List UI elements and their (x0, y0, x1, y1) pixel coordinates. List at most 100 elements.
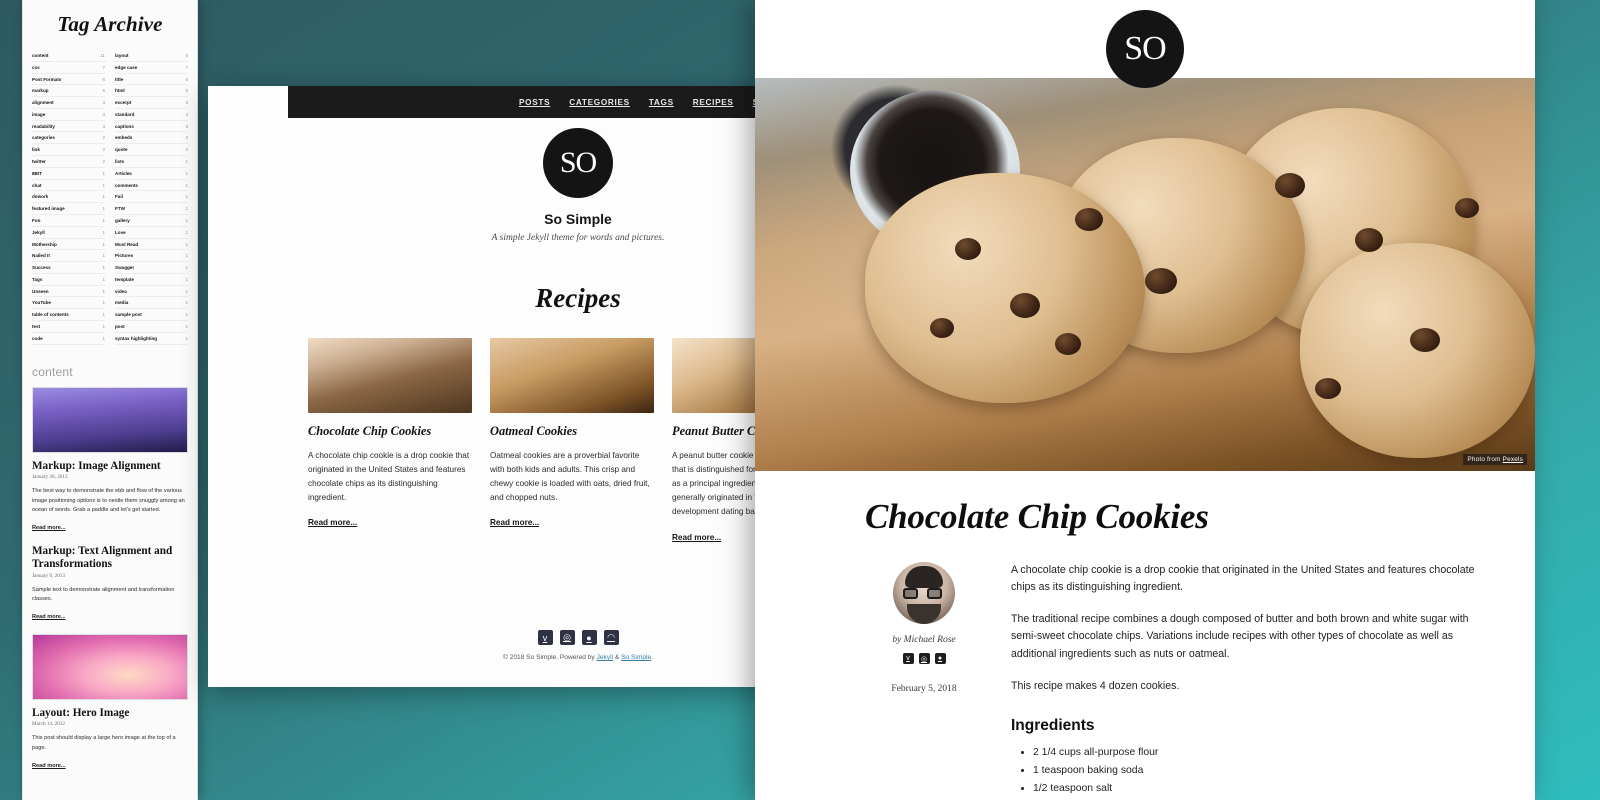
twitter-icon[interactable]: ᴠ (537, 630, 553, 645)
tag-name: readability (32, 123, 55, 129)
list-item[interactable]: Layout: Hero Image March 14, 2012 This pos… (32, 634, 188, 769)
tag-row[interactable]: Love 1 (115, 227, 188, 239)
tag-row[interactable]: video 1 (115, 286, 188, 298)
tag-row[interactable]: Pictures 1 (115, 250, 188, 263)
tag-count: 5 (185, 88, 188, 94)
tag-row[interactable]: alignment 3 (32, 97, 105, 109)
tag-row[interactable]: twitter 2 (32, 156, 105, 168)
recipe-thumbnail[interactable] (308, 338, 472, 413)
read-more-link[interactable]: Read more... (32, 763, 188, 769)
tag-row[interactable]: Success 1 (32, 262, 105, 274)
so-simple-link[interactable]: So Simple (621, 654, 651, 661)
recipe-card[interactable]: Oatmeal Cookies Oatmeal cookies are a pro… (490, 338, 654, 542)
tag-row[interactable]: categories 2 (32, 132, 105, 145)
tag-row[interactable]: lists 1 (115, 156, 188, 168)
instagram-icon[interactable]: ◎ (559, 630, 575, 645)
read-more-link[interactable]: Read more... (308, 518, 472, 527)
tag-row[interactable]: Mothership 1 (32, 239, 105, 251)
read-more-link[interactable]: Read more... (490, 518, 654, 527)
tag-count: 1 (185, 323, 188, 329)
nav-item-tags[interactable]: TAGS (649, 98, 674, 107)
post-title[interactable]: Markup: Image Alignment (32, 460, 188, 473)
tag-name: css (32, 64, 40, 70)
post-list: Markup: Image Alignment January 30, 2013 T… (32, 386, 188, 769)
tag-count: 8 (185, 53, 188, 58)
tag-row[interactable]: featured image 1 (32, 203, 105, 215)
nav-item-categories[interactable]: CATEGORIES (569, 98, 630, 107)
post-title[interactable]: Layout: Hero Image (32, 707, 188, 720)
read-more-link[interactable]: Read more... (32, 525, 188, 531)
rss-icon[interactable]: ◠ (603, 630, 619, 645)
list-item[interactable]: Markup: Text Alignment and Transformatio… (32, 545, 188, 620)
tag-row[interactable]: quote 2 (115, 144, 188, 157)
tag-row[interactable]: comments 1 (115, 180, 188, 192)
tag-row[interactable]: syntax highlighting 1 (115, 333, 188, 345)
tag-archive-window: Tag Archive content 11 css 7 Post Formats 6 ma… (22, 0, 198, 800)
tag-name: Fail (115, 194, 123, 200)
tag-row[interactable]: link 2 (32, 144, 105, 157)
recipe-thumbnail[interactable] (490, 338, 654, 413)
post-thumbnail[interactable] (32, 634, 188, 701)
tag-row[interactable]: embeds 2 (115, 132, 188, 145)
tag-row[interactable]: code 1 (32, 333, 105, 345)
copyright-text: © 2018 So Simple. Powered by (502, 654, 597, 661)
chocolate-chip (930, 318, 954, 338)
tag-row[interactable]: Fun 1 (32, 215, 105, 227)
post-thumbnail[interactable] (32, 386, 188, 453)
tag-row[interactable]: chat 1 (32, 180, 105, 192)
pexels-link[interactable]: Pexels (1503, 456, 1523, 463)
chocolate-chip (1410, 328, 1440, 352)
tag-row[interactable]: Fail 1 (115, 191, 188, 204)
tag-row[interactable]: post 1 (115, 321, 188, 333)
tag-row[interactable]: markup 5 (32, 85, 105, 98)
tag-row[interactable]: Jekyll 1 (32, 227, 105, 239)
nav-item-posts[interactable]: POSTS (519, 98, 550, 107)
instagram-icon[interactable]: ◎ (918, 653, 930, 664)
tag-row[interactable]: media 1 (115, 297, 188, 310)
tag-row[interactable]: title 6 (115, 74, 188, 86)
tag-row[interactable]: Must Read 1 (115, 239, 188, 251)
tag-row[interactable]: Post Formats 6 (32, 74, 105, 86)
tag-row[interactable]: dowork 1 (32, 191, 105, 204)
tag-row[interactable]: YouTube 1 (32, 297, 105, 310)
nav-item-recipes[interactable]: RECIPES (693, 98, 734, 107)
site-logo[interactable]: SO (1106, 10, 1184, 88)
tag-row[interactable]: edge case 7 (115, 62, 188, 74)
tag-row[interactable]: captions 3 (115, 121, 188, 133)
tag-row[interactable]: readability 3 (32, 121, 105, 133)
tag-row[interactable]: css 7 (32, 62, 105, 74)
tag-name: Fun (32, 217, 41, 223)
tag-row[interactable]: gallery 1 (115, 215, 188, 227)
github-icon[interactable]: ● (934, 653, 946, 664)
recipe-title[interactable]: Oatmeal Cookies (490, 424, 654, 439)
post-title[interactable]: Markup: Text Alignment and Transformatio… (32, 545, 188, 571)
tag-row[interactable]: html 5 (115, 85, 188, 98)
author-social-links: ᴠ ◎ ● (865, 653, 983, 664)
tag-count: 3 (102, 111, 105, 117)
tag-row[interactable]: test 1 (32, 321, 105, 333)
tag-row[interactable]: sample post 1 (115, 309, 188, 321)
tag-row[interactable]: FTW 1 (115, 203, 188, 215)
tag-row[interactable]: content 11 (32, 50, 105, 62)
tag-row[interactable]: Swagger 1 (115, 262, 188, 274)
twitter-icon[interactable]: ᴠ (902, 653, 914, 664)
tag-row[interactable]: template 1 (115, 274, 188, 286)
site-logo[interactable]: SO (543, 128, 613, 198)
tag-row[interactable]: standard 3 (115, 109, 188, 121)
recipe-title[interactable]: Chocolate Chip Cookies (308, 424, 472, 439)
recipe-card[interactable]: Chocolate Chip Cookies A chocolate chip c… (308, 338, 472, 542)
tag-row[interactable]: Unseen 1 (32, 286, 105, 298)
tag-row[interactable]: 8BIT 1 (32, 168, 105, 180)
tag-row[interactable]: image 3 (32, 109, 105, 121)
tag-row[interactable]: layout 8 (115, 50, 188, 62)
tag-row[interactable]: Tags 1 (32, 274, 105, 286)
github-icon[interactable]: ● (581, 630, 597, 645)
tag-row[interactable]: excerpt 3 (115, 97, 188, 109)
tag-row[interactable]: table of contents 1 (32, 309, 105, 321)
list-item[interactable]: Markup: Image Alignment January 30, 2013 T… (32, 386, 188, 531)
jekyll-link[interactable]: Jekyll (597, 654, 614, 661)
read-more-link[interactable]: Read more... (32, 614, 188, 620)
chocolate-chip (1055, 333, 1081, 355)
tag-row[interactable]: Articles 1 (115, 168, 188, 180)
tag-row[interactable]: Nailed It 1 (32, 250, 105, 263)
